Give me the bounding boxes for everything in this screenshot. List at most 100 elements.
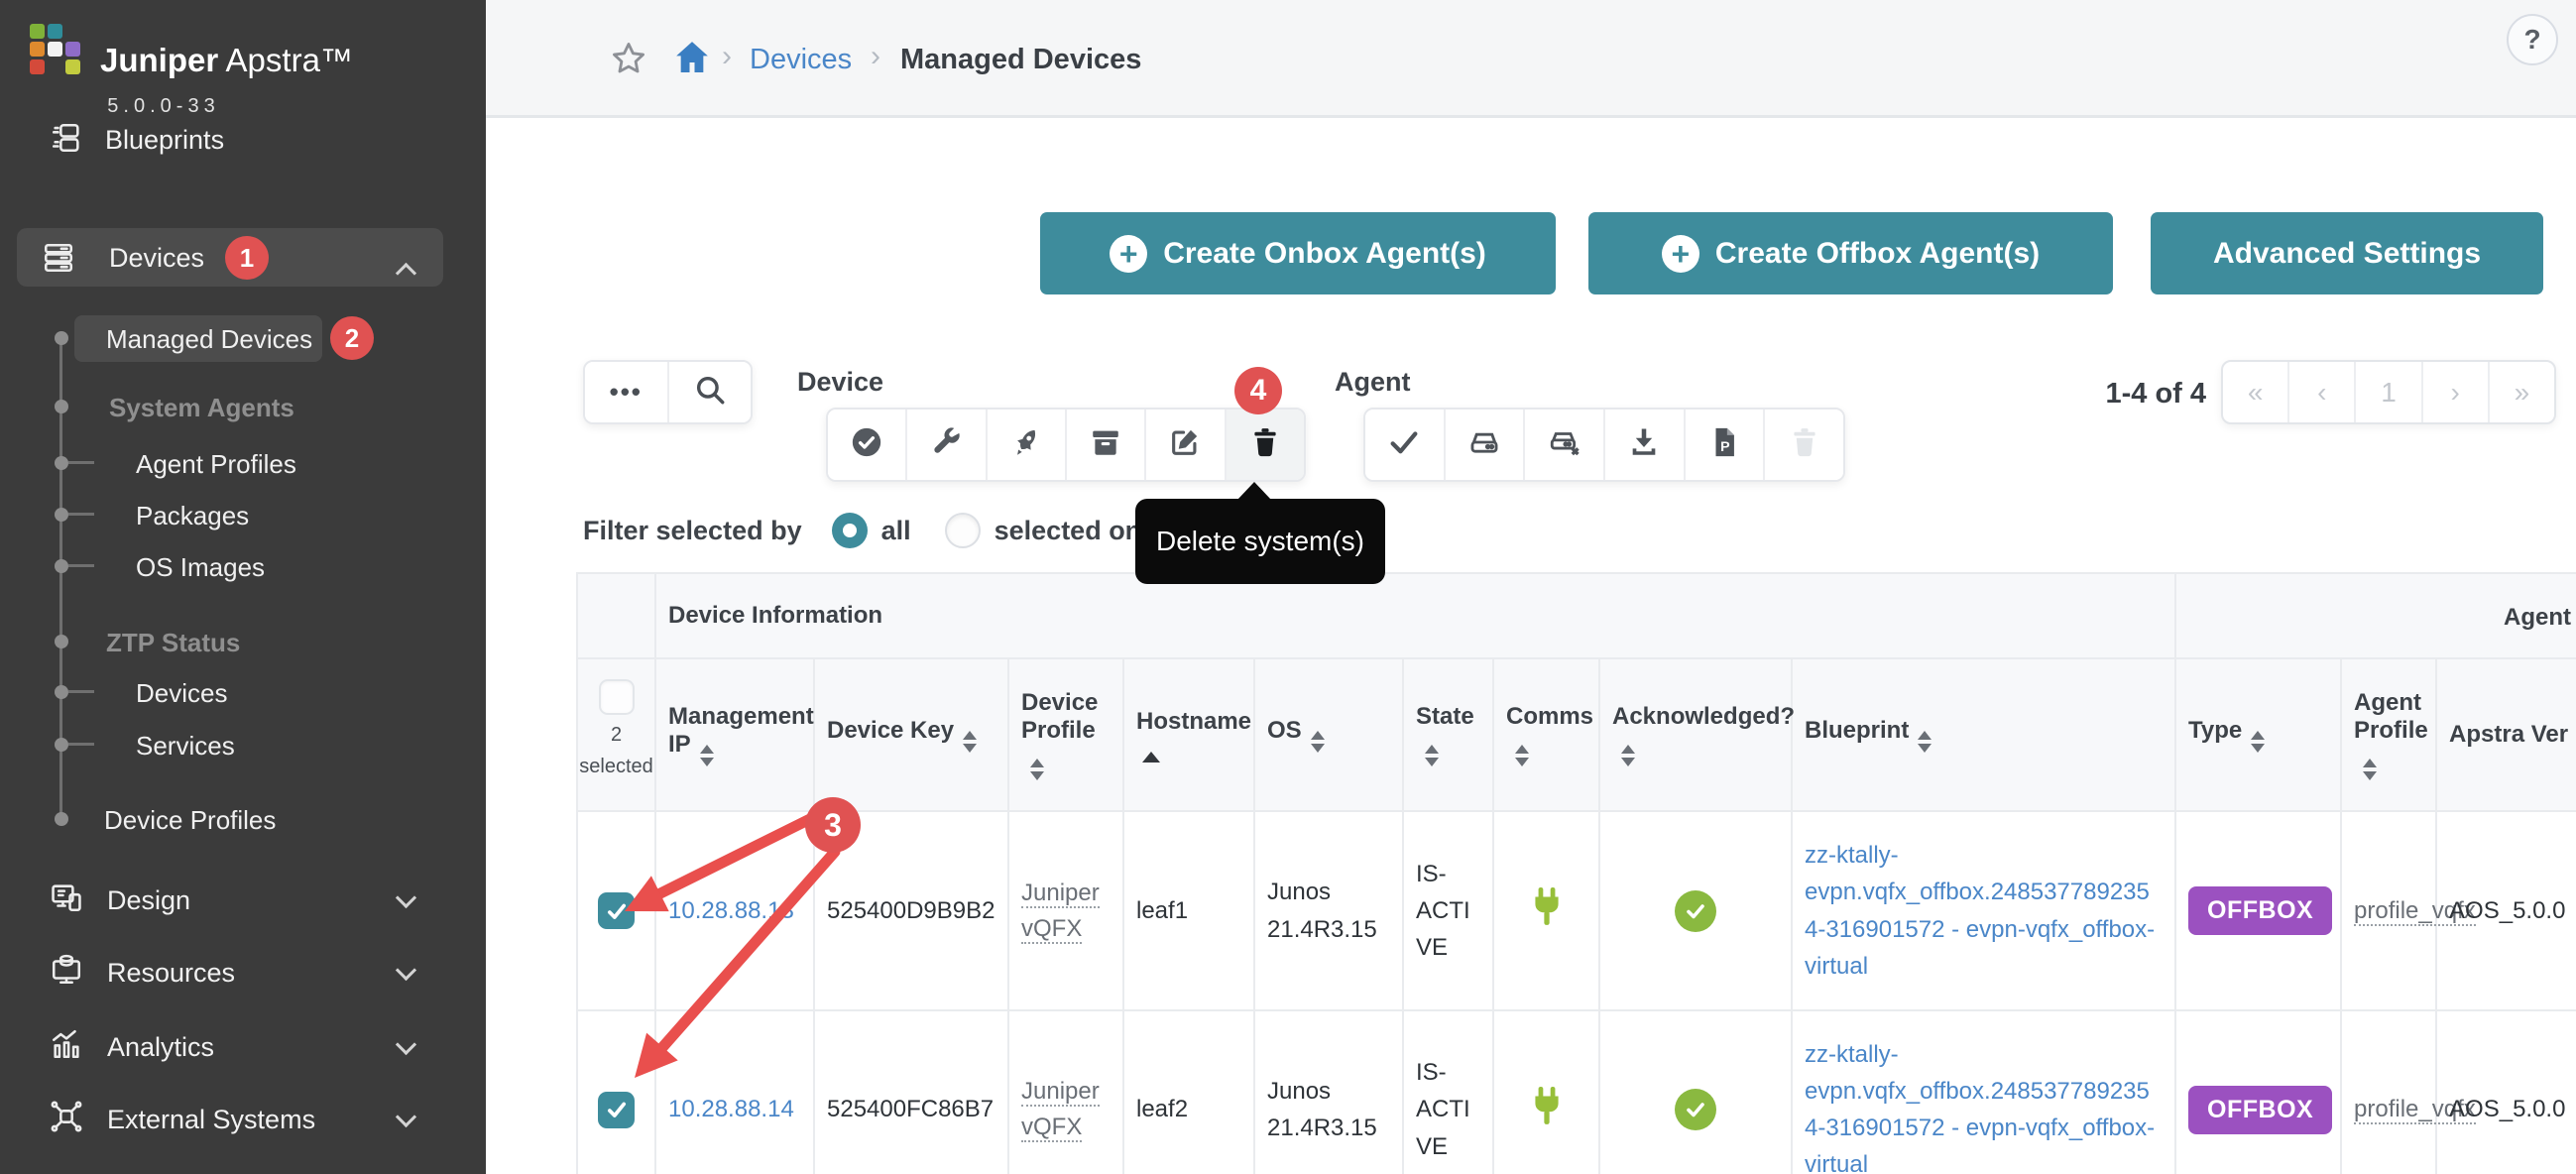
group-header-device-information: Device Information [655, 573, 2175, 658]
row-checkbox-checked[interactable] [598, 892, 635, 929]
pagination: « ‹ 1 › » [2221, 360, 2556, 424]
sidebar-item-design[interactable]: Design [107, 885, 190, 916]
col-header-state[interactable]: State [1403, 658, 1493, 811]
pristine-config-button[interactable]: P [1686, 410, 1766, 480]
sidebar-item-ztp-devices[interactable]: Devices [136, 678, 227, 709]
blueprint-link[interactable]: zz-ktally-evpn.vqfx_offbox.2485377892354… [1805, 842, 2155, 980]
trash-disabled-icon [1788, 425, 1821, 464]
sidebar-item-device-profiles[interactable]: Device Profiles [104, 805, 276, 836]
sidebar-item-packages[interactable]: Packages [136, 501, 249, 531]
pagination-first-button[interactable]: « [2223, 362, 2289, 422]
col-header-blueprint[interactable]: Blueprint [1792, 658, 2175, 811]
col-header-type[interactable]: Type [2175, 658, 2341, 811]
annotation-badge-3: 3 [805, 797, 861, 853]
col-header-agent-profile[interactable]: Agent Profile [2341, 658, 2436, 811]
tree-dot [55, 508, 68, 522]
col-header-os[interactable]: OS [1254, 658, 1403, 811]
collect-logs-button[interactable] [1605, 410, 1686, 480]
search-button[interactable] [669, 362, 752, 422]
pagination-prev-button[interactable]: ‹ [2289, 362, 2356, 422]
table-row-leaf2: 10.28.88.14 525400FC86B7 Juniper vQFX le… [577, 1010, 2576, 1174]
col-header-hostname[interactable]: Hostname [1123, 658, 1254, 811]
cell-blueprint: zz-ktally-evpn.vqfx_offbox.2485377892354… [1792, 811, 2175, 1010]
advanced-settings-label: Advanced Settings [2213, 237, 2481, 271]
col-header-management-ip[interactable]: Management IP [655, 658, 814, 811]
svg-text:P: P [1720, 439, 1729, 455]
chevron-down-icon[interactable] [396, 1034, 416, 1055]
row-select-cell [577, 811, 655, 1010]
edit-button[interactable] [1146, 410, 1226, 480]
sidebar-item-analytics[interactable]: Analytics [107, 1032, 214, 1063]
search-icon [693, 373, 727, 411]
managed-devices-table: Device Information Agent I 2 selected [576, 572, 2576, 1174]
create-onbox-agents-button[interactable]: + Create Onbox Agent(s) [1040, 212, 1556, 294]
row-select-cell [577, 1010, 655, 1174]
set-admin-mode-button[interactable] [907, 410, 987, 480]
pagination-page-1[interactable]: 1 [2356, 362, 2422, 422]
cell-device-profile: Juniper vQFX [1008, 1010, 1123, 1174]
help-button[interactable]: ? [2507, 14, 2558, 65]
tree-dot [55, 738, 68, 752]
sidebar-item-os-images[interactable]: OS Images [136, 552, 265, 583]
install-agent-button[interactable] [1446, 410, 1526, 480]
filter-all-label[interactable]: all [881, 516, 911, 546]
management-ip-link[interactable]: 10.28.88.14 [668, 1096, 794, 1122]
acknowledged-check-icon [1675, 890, 1716, 932]
file-p-icon: P [1707, 425, 1741, 464]
device-profile-term[interactable]: Juniper vQFX [1021, 880, 1100, 944]
archive-box-icon [1089, 425, 1122, 464]
chevron-down-icon[interactable] [396, 887, 416, 908]
sidebar-item-managed-devices-label[interactable]: Managed Devices [106, 324, 312, 355]
advanced-settings-button[interactable]: Advanced Settings [2151, 212, 2543, 294]
acknowledge-button[interactable] [828, 410, 907, 480]
breadcrumb-devices[interactable]: Devices [750, 44, 852, 76]
filter-selected-only-radio[interactable] [945, 513, 981, 548]
delete-systems-button[interactable] [1227, 410, 1304, 480]
check-circle-icon [850, 425, 883, 464]
col-header-comms[interactable]: Comms [1493, 658, 1599, 811]
chevron-down-icon[interactable] [396, 1107, 416, 1127]
col-header-acknowledged[interactable]: Acknowledged? [1599, 658, 1792, 811]
management-ip-link[interactable]: 10.28.88.13 [668, 897, 794, 924]
selected-count: 2 [611, 724, 622, 747]
cell-management-ip: 10.28.88.14 [655, 1010, 814, 1174]
cell-state: IS-ACTIVE [1403, 1010, 1493, 1174]
sidebar-item-blueprints[interactable]: Blueprints [105, 125, 224, 156]
brand-title: Juniper Apstra™ [100, 42, 353, 79]
sidebar: Juniper Apstra™ 5.0.0-33 Blueprints Devi… [0, 0, 486, 1174]
device-profile-term[interactable]: Juniper vQFX [1021, 1078, 1100, 1142]
home-icon[interactable] [672, 38, 712, 82]
select-all-checkbox[interactable] [599, 679, 635, 715]
sidebar-item-resources[interactable]: Resources [107, 958, 235, 989]
chevron-down-icon[interactable] [396, 960, 416, 981]
device-toolbar [826, 408, 1306, 482]
blueprint-link[interactable]: zz-ktally-evpn.vqfx_offbox.2485377892354… [1805, 1041, 2155, 1174]
create-offbox-agents-button[interactable]: + Create Offbox Agent(s) [1588, 212, 2113, 294]
upgrade-os-button[interactable] [988, 410, 1067, 480]
cell-apstra-version: AOS_5.0.0 [2436, 811, 2576, 1010]
row-checkbox-checked[interactable] [598, 1092, 635, 1128]
filter-all-radio[interactable] [832, 513, 868, 548]
col-header-device-key[interactable]: Device Key [814, 658, 1008, 811]
agent-check-button[interactable] [1365, 410, 1446, 480]
filter-label: Filter selected by [583, 516, 802, 546]
pagination-last-button[interactable]: » [2490, 362, 2554, 422]
cell-os: Junos 21.4R3.15 [1254, 811, 1403, 1010]
more-options-button[interactable]: ••• [585, 362, 669, 422]
uninstall-agent-button[interactable] [1525, 410, 1605, 480]
col-header-apstra-version[interactable]: Apstra Ver [2436, 658, 2576, 811]
sidebar-item-services[interactable]: Services [136, 731, 235, 762]
sidebar-item-agent-profiles[interactable]: Agent Profiles [136, 449, 296, 480]
col-header-device-profile[interactable]: Device Profile [1008, 658, 1123, 811]
favorite-star-icon[interactable] [610, 40, 647, 82]
sort-asc-icon [1142, 752, 1160, 763]
cell-apstra-version: AOS_5.0.0 [2436, 1010, 2576, 1174]
tree-dot [55, 559, 68, 573]
group-header-spacer [577, 573, 655, 658]
sidebar-item-external-systems[interactable]: External Systems [107, 1105, 315, 1135]
sidebar-item-devices-label[interactable]: Devices [109, 243, 204, 274]
archive-button[interactable] [1067, 410, 1146, 480]
pagination-next-button[interactable]: › [2423, 362, 2490, 422]
comms-plug-icon [1530, 1106, 1564, 1132]
sort-icon [2251, 731, 2265, 753]
